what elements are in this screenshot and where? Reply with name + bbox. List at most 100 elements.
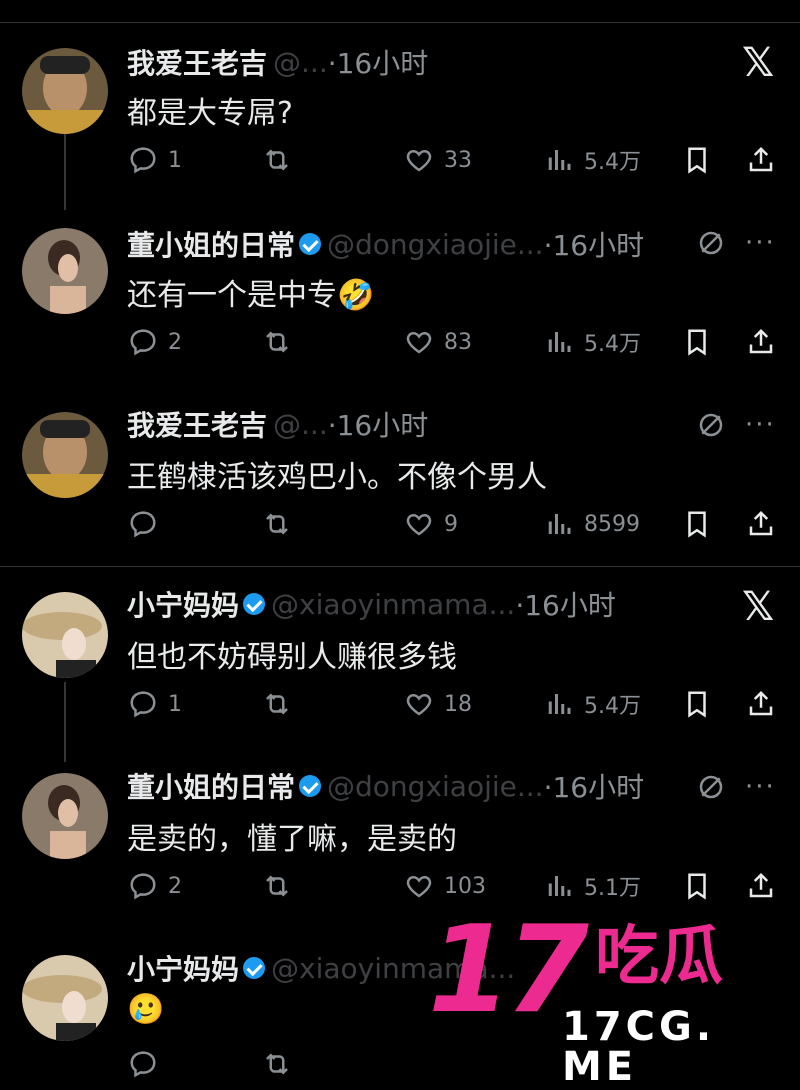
share-button[interactable]	[746, 682, 786, 726]
reply-icon	[130, 691, 156, 718]
views-button[interactable]: 8599	[544, 502, 640, 546]
repost-icon	[266, 331, 288, 353]
reply-count: 2	[168, 873, 182, 899]
repost-icon	[266, 149, 288, 171]
rofl-emoji-icon: 🤣	[337, 278, 375, 313]
slash-circle-icon[interactable]	[696, 410, 726, 444]
views-count: 5.4万	[584, 694, 641, 719]
like-button[interactable]: 103	[404, 864, 486, 908]
repost-button[interactable]	[262, 502, 302, 546]
user-handle[interactable]: @...	[273, 46, 328, 79]
reply-icon	[130, 873, 156, 900]
post-header: 小宁妈妈 @xiaoyinmama...	[127, 948, 515, 988]
share-button[interactable]	[746, 864, 786, 908]
smiling-tear-emoji-icon: 🥲	[127, 992, 165, 1027]
user-handle[interactable]: @dongxiaojie...	[327, 770, 544, 803]
post-time[interactable]: ·16小时	[328, 42, 429, 82]
action-bar: 1 33 5.4万	[0, 138, 800, 182]
bookmark-icon	[688, 147, 706, 174]
bookmark-button[interactable]	[682, 320, 722, 364]
bookmark-icon	[688, 511, 706, 538]
more-options-icon[interactable]: ···	[745, 410, 776, 440]
repost-icon	[266, 1053, 288, 1075]
reply-button[interactable]: 1	[128, 138, 182, 182]
action-bar: 1 18 5.4万	[0, 682, 800, 726]
reply-icon	[130, 1051, 156, 1078]
bookmark-icon	[688, 873, 706, 900]
user-handle[interactable]: @xiaoyinmama...	[271, 588, 515, 621]
display-name[interactable]: 董小姐的日常	[127, 224, 295, 264]
views-button[interactable]: 5.4万	[544, 320, 641, 364]
action-bar: 9 8599	[0, 502, 800, 546]
avatar[interactable]	[22, 228, 108, 314]
slash-circle-icon[interactable]	[696, 228, 726, 262]
repost-button[interactable]	[262, 138, 302, 182]
views-count: 8599	[584, 511, 640, 537]
views-chart-icon	[548, 514, 571, 534]
post-time[interactable]: ·16小时	[544, 766, 645, 806]
post-text-content: 是卖的，懂了嘛，是卖的	[127, 822, 457, 857]
verified-badge-icon	[243, 957, 266, 979]
views-button[interactable]: 5.4万	[544, 682, 641, 726]
avatar[interactable]	[22, 592, 108, 678]
like-button[interactable]: 9	[404, 502, 458, 546]
reply-icon	[130, 329, 156, 356]
repost-button[interactable]	[262, 320, 302, 364]
x-logo[interactable]: 𝕏	[742, 40, 774, 86]
repost-button[interactable]	[262, 682, 302, 726]
post-text-content: 但也不妨碍别人赚很多钱	[127, 640, 457, 675]
post-time[interactable]: ·16小时	[544, 224, 645, 264]
avatar[interactable]	[22, 773, 108, 859]
like-button[interactable]: 18	[404, 682, 472, 726]
views-chart-icon	[548, 694, 571, 714]
user-handle[interactable]: @...	[273, 408, 328, 441]
post-header: 董小姐的日常 @dongxiaojie... ·16小时	[127, 224, 644, 264]
slash-circle-icon[interactable]	[696, 772, 726, 806]
avatar[interactable]	[22, 955, 108, 1041]
like-button[interactable]: 83	[404, 320, 472, 364]
repost-icon	[266, 693, 288, 715]
reply-button[interactable]: 1	[128, 682, 182, 726]
display-name[interactable]: 小宁妈妈	[127, 584, 239, 624]
bookmark-button[interactable]	[682, 864, 722, 908]
share-button[interactable]	[746, 502, 786, 546]
verified-badge-icon	[299, 775, 322, 797]
x-logo[interactable]: 𝕏	[742, 584, 774, 630]
post-time[interactable]: ·16小时	[328, 404, 429, 444]
repost-button[interactable]	[262, 1042, 302, 1086]
reply-button[interactable]: 2	[128, 864, 182, 908]
display-name[interactable]: 董小姐的日常	[127, 766, 295, 806]
post-text: 但也不妨碍别人赚很多钱	[127, 632, 457, 676]
reply-count: 2	[168, 329, 182, 355]
more-options-icon[interactable]: ···	[745, 228, 776, 258]
more-options-icon[interactable]: ···	[745, 772, 776, 802]
display-name[interactable]: 我爱王老吉	[127, 42, 267, 82]
display-name[interactable]: 我爱王老吉	[127, 404, 267, 444]
repost-button[interactable]	[262, 864, 302, 908]
like-count: 83	[444, 329, 472, 355]
user-handle[interactable]: @xiaoyinmama...	[271, 952, 515, 985]
post-text: 还有一个是中专🤣	[127, 270, 374, 314]
post-time[interactable]: ·16小时	[515, 584, 616, 624]
share-button[interactable]	[746, 320, 786, 364]
views-chart-icon	[548, 332, 571, 352]
bookmark-button[interactable]	[682, 682, 722, 726]
like-button[interactable]: 33	[404, 138, 472, 182]
reply-button[interactable]	[128, 502, 168, 546]
bookmark-button[interactable]	[682, 138, 722, 182]
views-button[interactable]: 5.1万	[544, 864, 641, 908]
user-handle[interactable]: @dongxiaojie...	[327, 228, 544, 261]
avatar[interactable]	[22, 412, 108, 498]
views-chart-icon	[548, 876, 571, 896]
reply-button[interactable]: 2	[128, 320, 182, 364]
share-button[interactable]	[746, 138, 786, 182]
bookmark-button[interactable]	[682, 502, 722, 546]
views-button[interactable]: 5.4万	[544, 138, 641, 182]
verified-badge-icon	[243, 593, 266, 615]
display-name[interactable]: 小宁妈妈	[127, 948, 239, 988]
top-divider	[0, 22, 800, 23]
share-icon	[749, 510, 773, 536]
reply-button[interactable]	[128, 1042, 168, 1086]
post-text-content: 还有一个是中专	[127, 278, 337, 313]
avatar[interactable]	[22, 48, 108, 134]
